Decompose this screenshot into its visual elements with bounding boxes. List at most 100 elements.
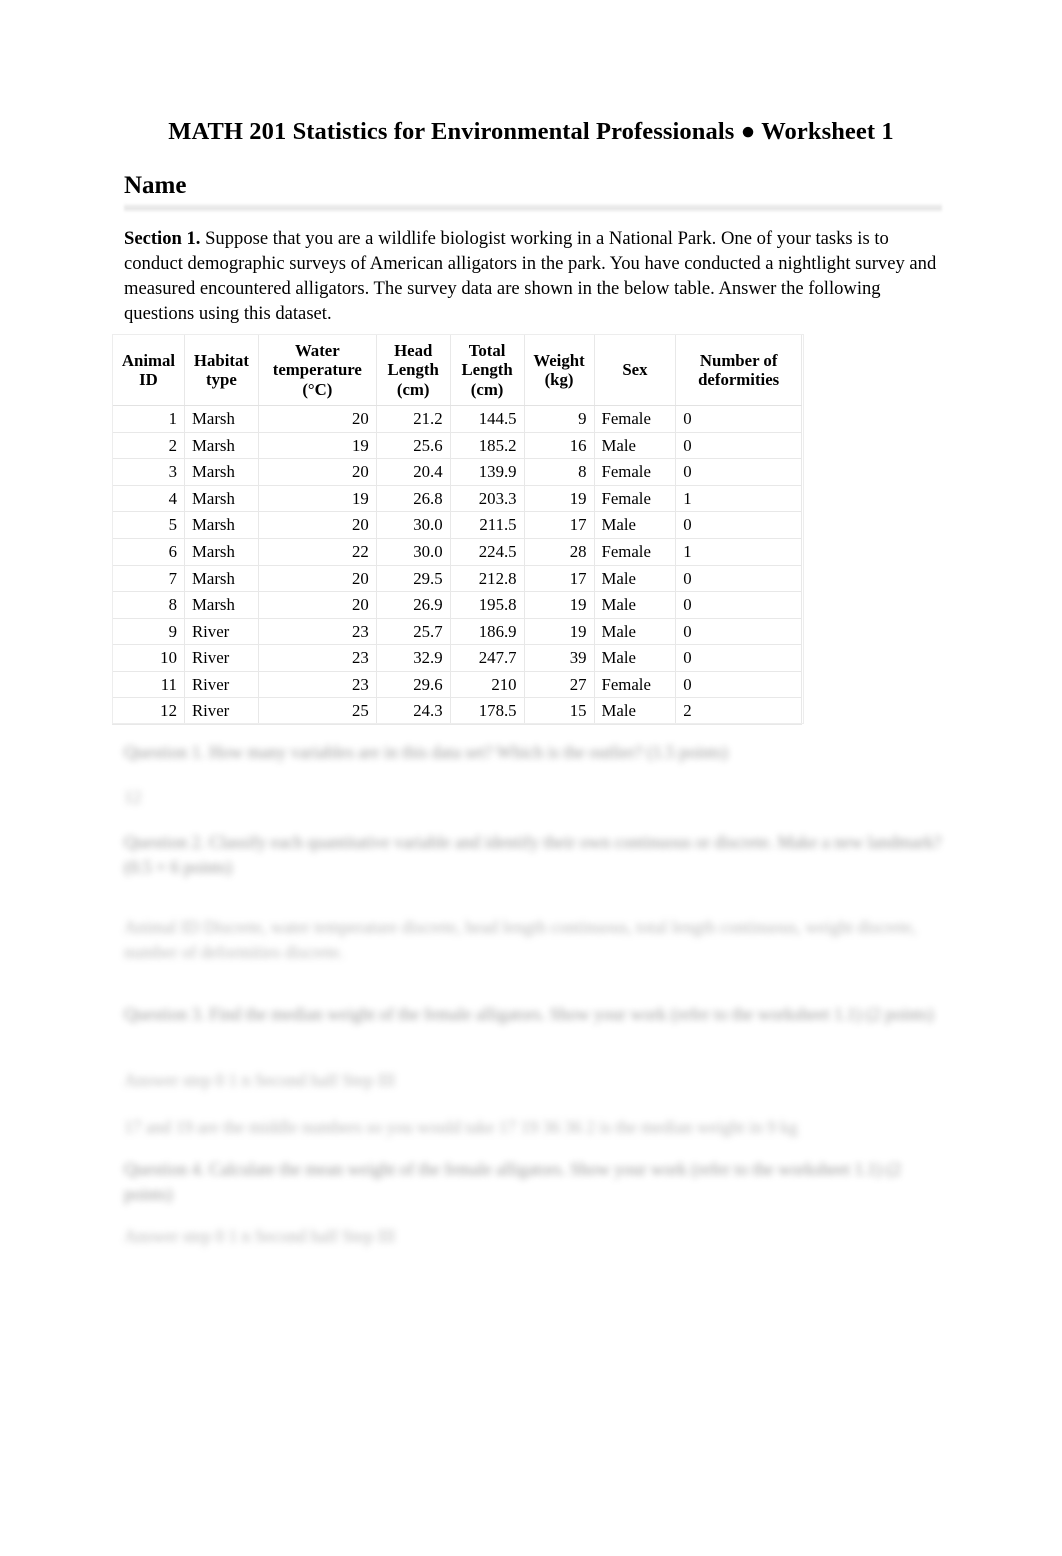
cell-weight: 19 (523, 617, 595, 646)
cell-weight: 15 (523, 697, 595, 726)
cell-number-of-deformities: 0 (675, 511, 802, 539)
section-1-paragraph: Section 1. Suppose that you are a wildli… (124, 226, 944, 326)
cell-number-of-deformities: 0 (675, 591, 802, 619)
section-1-label: Section 1. (124, 228, 201, 249)
redacted-answer-3-step: Answer step 0 1 n Second half Step III (124, 1070, 396, 1090)
column-header-total-length: Total Length (cm) (449, 334, 525, 406)
cell-habitat-type: River (183, 644, 259, 672)
cell-weight: 9 (523, 404, 595, 433)
cell-habitat-type: Marsh (183, 591, 259, 619)
cell-sex: Male (593, 644, 677, 672)
cell-total-length: 247.7 (449, 644, 525, 672)
column-header-number-of-deformities: Number of deformities (675, 334, 802, 406)
table-header-row: Animal ID Habitat type Water temperature… (112, 334, 802, 406)
cell-water-temperature: 20 (257, 404, 377, 433)
redacted-question-2: Question 2. Classify each quantitative v… (124, 832, 942, 878)
cell-habitat-type: Marsh (183, 537, 259, 566)
column-header-water-temperature: Water temperature (°C) (257, 334, 377, 406)
cell-sex: Male (593, 697, 677, 726)
redacted-question-1: Question 1. How many variables are in th… (124, 742, 728, 762)
cell-habitat-type: Marsh (183, 431, 259, 460)
cell-habitat-type: Marsh (183, 564, 259, 593)
cell-number-of-deformities: 1 (675, 537, 802, 566)
cell-habitat-type: River (183, 617, 259, 646)
cell-weight: 16 (523, 431, 595, 460)
cell-habitat-type: Marsh (183, 404, 259, 433)
cell-total-length: 212.8 (449, 564, 525, 593)
cell-number-of-deformities: 2 (675, 697, 802, 726)
table-row: 6 Marsh 22 30.0 224.5 28 Female 1 (112, 537, 802, 566)
cell-number-of-deformities: 0 (675, 617, 802, 646)
cell-water-temperature: 23 (257, 617, 377, 646)
cell-water-temperature: 25 (257, 697, 377, 726)
redacted-question-4: Question 4. Calculate the mean weight of… (124, 1159, 902, 1205)
cell-water-temperature: 20 (257, 458, 377, 486)
cell-animal-id: 7 (112, 564, 185, 593)
cell-total-length: 210 (449, 670, 525, 699)
cell-total-length: 186.9 (449, 617, 525, 646)
survey-data-table-wrapper: Animal ID Habitat type Water temperature… (112, 334, 802, 726)
cell-sex: Female (593, 404, 677, 433)
cell-number-of-deformities: 0 (675, 670, 802, 699)
cell-water-temperature: 20 (257, 564, 377, 593)
cell-animal-id: 9 (112, 617, 185, 646)
page-title: MATH 201 Statistics for Environmental Pr… (168, 118, 894, 145)
cell-sex: Male (593, 591, 677, 619)
redacted-answer-4-step: Answer step 0 1 n Second half Step III (124, 1226, 396, 1246)
cell-animal-id: 11 (112, 670, 185, 699)
cell-animal-id: 5 (112, 511, 185, 539)
redacted-answer-3-work: 17 and 19 are the middle numbers so you … (124, 1117, 798, 1137)
table-row: 5 Marsh 20 30.0 211.5 17 Male 0 (112, 511, 802, 539)
cell-total-length: 144.5 (449, 404, 525, 433)
cell-head-length: 25.7 (375, 617, 451, 646)
cell-weight: 17 (523, 564, 595, 593)
cell-head-length: 21.2 (375, 404, 451, 433)
cell-sex: Male (593, 564, 677, 593)
table-row: 4 Marsh 19 26.8 203.3 19 Female 1 (112, 484, 802, 513)
cell-sex: Female (593, 484, 677, 513)
cell-number-of-deformities: 0 (675, 431, 802, 460)
column-header-sex: Sex (593, 334, 677, 406)
cell-habitat-type: Marsh (183, 458, 259, 486)
column-header-habitat-type: Habitat type (183, 334, 259, 406)
cell-habitat-type: River (183, 670, 259, 699)
cell-sex: Male (593, 511, 677, 539)
cell-total-length: 203.3 (449, 484, 525, 513)
cell-animal-id: 1 (112, 404, 185, 433)
cell-weight: 39 (523, 644, 595, 672)
cell-animal-id: 8 (112, 591, 185, 619)
cell-habitat-type: Marsh (183, 484, 259, 513)
cell-weight: 17 (523, 511, 595, 539)
cell-sex: Female (593, 458, 677, 486)
cell-number-of-deformities: 1 (675, 484, 802, 513)
cell-head-length: 29.5 (375, 564, 451, 593)
table-row: 9 River 23 25.7 186.9 19 Male 0 (112, 617, 802, 646)
cell-water-temperature: 20 (257, 511, 377, 539)
cell-number-of-deformities: 0 (675, 564, 802, 593)
cell-sex: Female (593, 670, 677, 699)
cell-habitat-type: River (183, 697, 259, 726)
cell-water-temperature: 19 (257, 484, 377, 513)
cell-sex: Female (593, 537, 677, 566)
heading-divider (124, 203, 942, 212)
column-header-head-length: Head Length (cm) (375, 334, 451, 406)
cell-water-temperature: 22 (257, 537, 377, 566)
table-row: 2 Marsh 19 25.6 185.2 16 Male 0 (112, 431, 802, 460)
survey-data-table: Animal ID Habitat type Water temperature… (112, 334, 802, 726)
cell-water-temperature: 20 (257, 591, 377, 619)
table-row: 8 Marsh 20 26.9 195.8 19 Male 0 (112, 591, 802, 619)
cell-total-length: 195.8 (449, 591, 525, 619)
table-row: 1 Marsh 20 21.2 144.5 9 Female 0 (112, 404, 802, 433)
cell-weight: 19 (523, 484, 595, 513)
cell-sex: Male (593, 617, 677, 646)
cell-total-length: 185.2 (449, 431, 525, 460)
cell-head-length: 20.4 (375, 458, 451, 486)
name-heading: Name (124, 172, 187, 199)
cell-water-temperature: 23 (257, 644, 377, 672)
cell-animal-id: 4 (112, 484, 185, 513)
cell-head-length: 30.0 (375, 511, 451, 539)
cell-number-of-deformities: 0 (675, 644, 802, 672)
table-row: 7 Marsh 20 29.5 212.8 17 Male 0 (112, 564, 802, 593)
table-row: 11 River 23 29.6 210 27 Female 0 (112, 670, 802, 699)
section-1-body: Suppose that you are a wildlife biologis… (124, 228, 937, 325)
